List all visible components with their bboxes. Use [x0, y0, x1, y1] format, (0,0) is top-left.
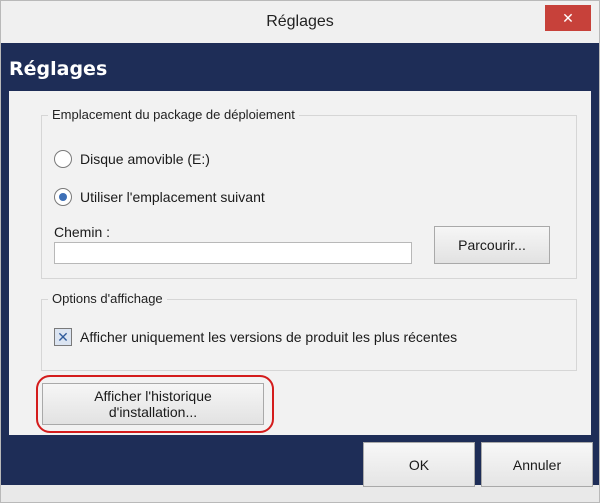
title-bar[interactable]: Réglages ✕ [1, 1, 599, 43]
close-icon: ✕ [562, 10, 574, 26]
radio-custom-location-label: Utiliser l'emplacement suivant [80, 189, 265, 205]
ok-button[interactable]: OK [363, 442, 475, 487]
radio-custom-location[interactable] [54, 188, 72, 206]
radio-removable-label: Disque amovible (E:) [80, 151, 210, 167]
highlight-annotation [36, 375, 274, 433]
path-input[interactable] [54, 242, 412, 264]
radio-removable-row[interactable]: Disque amovible (E:) [54, 150, 210, 168]
window-title: Réglages [266, 13, 334, 30]
radio-custom-location-row[interactable]: Utiliser l'emplacement suivant [54, 188, 265, 206]
radio-removable[interactable] [54, 150, 72, 168]
display-options-group: Options d'affichage ✕ Afficher uniquemen… [41, 291, 577, 371]
page-title: Réglages [9, 58, 108, 80]
latest-only-row[interactable]: ✕ Afficher uniquement les versions de pr… [54, 328, 457, 346]
display-options-legend: Options d'affichage [48, 291, 167, 306]
close-button[interactable]: ✕ [545, 5, 591, 31]
path-label: Chemin : [54, 224, 111, 240]
dialog-header: Réglages [9, 53, 591, 89]
deployment-location-legend: Emplacement du package de déploiement [48, 107, 299, 122]
browse-button[interactable]: Parcourir... [434, 226, 550, 264]
latest-only-checkbox[interactable]: ✕ [54, 328, 72, 346]
cancel-button[interactable]: Annuler [481, 442, 593, 487]
settings-window: Réglages ✕ Réglages Emplacement du packa… [0, 0, 600, 503]
latest-only-label: Afficher uniquement les versions de prod… [80, 329, 458, 345]
deployment-location-group: Emplacement du package de déploiement Di… [41, 107, 577, 279]
